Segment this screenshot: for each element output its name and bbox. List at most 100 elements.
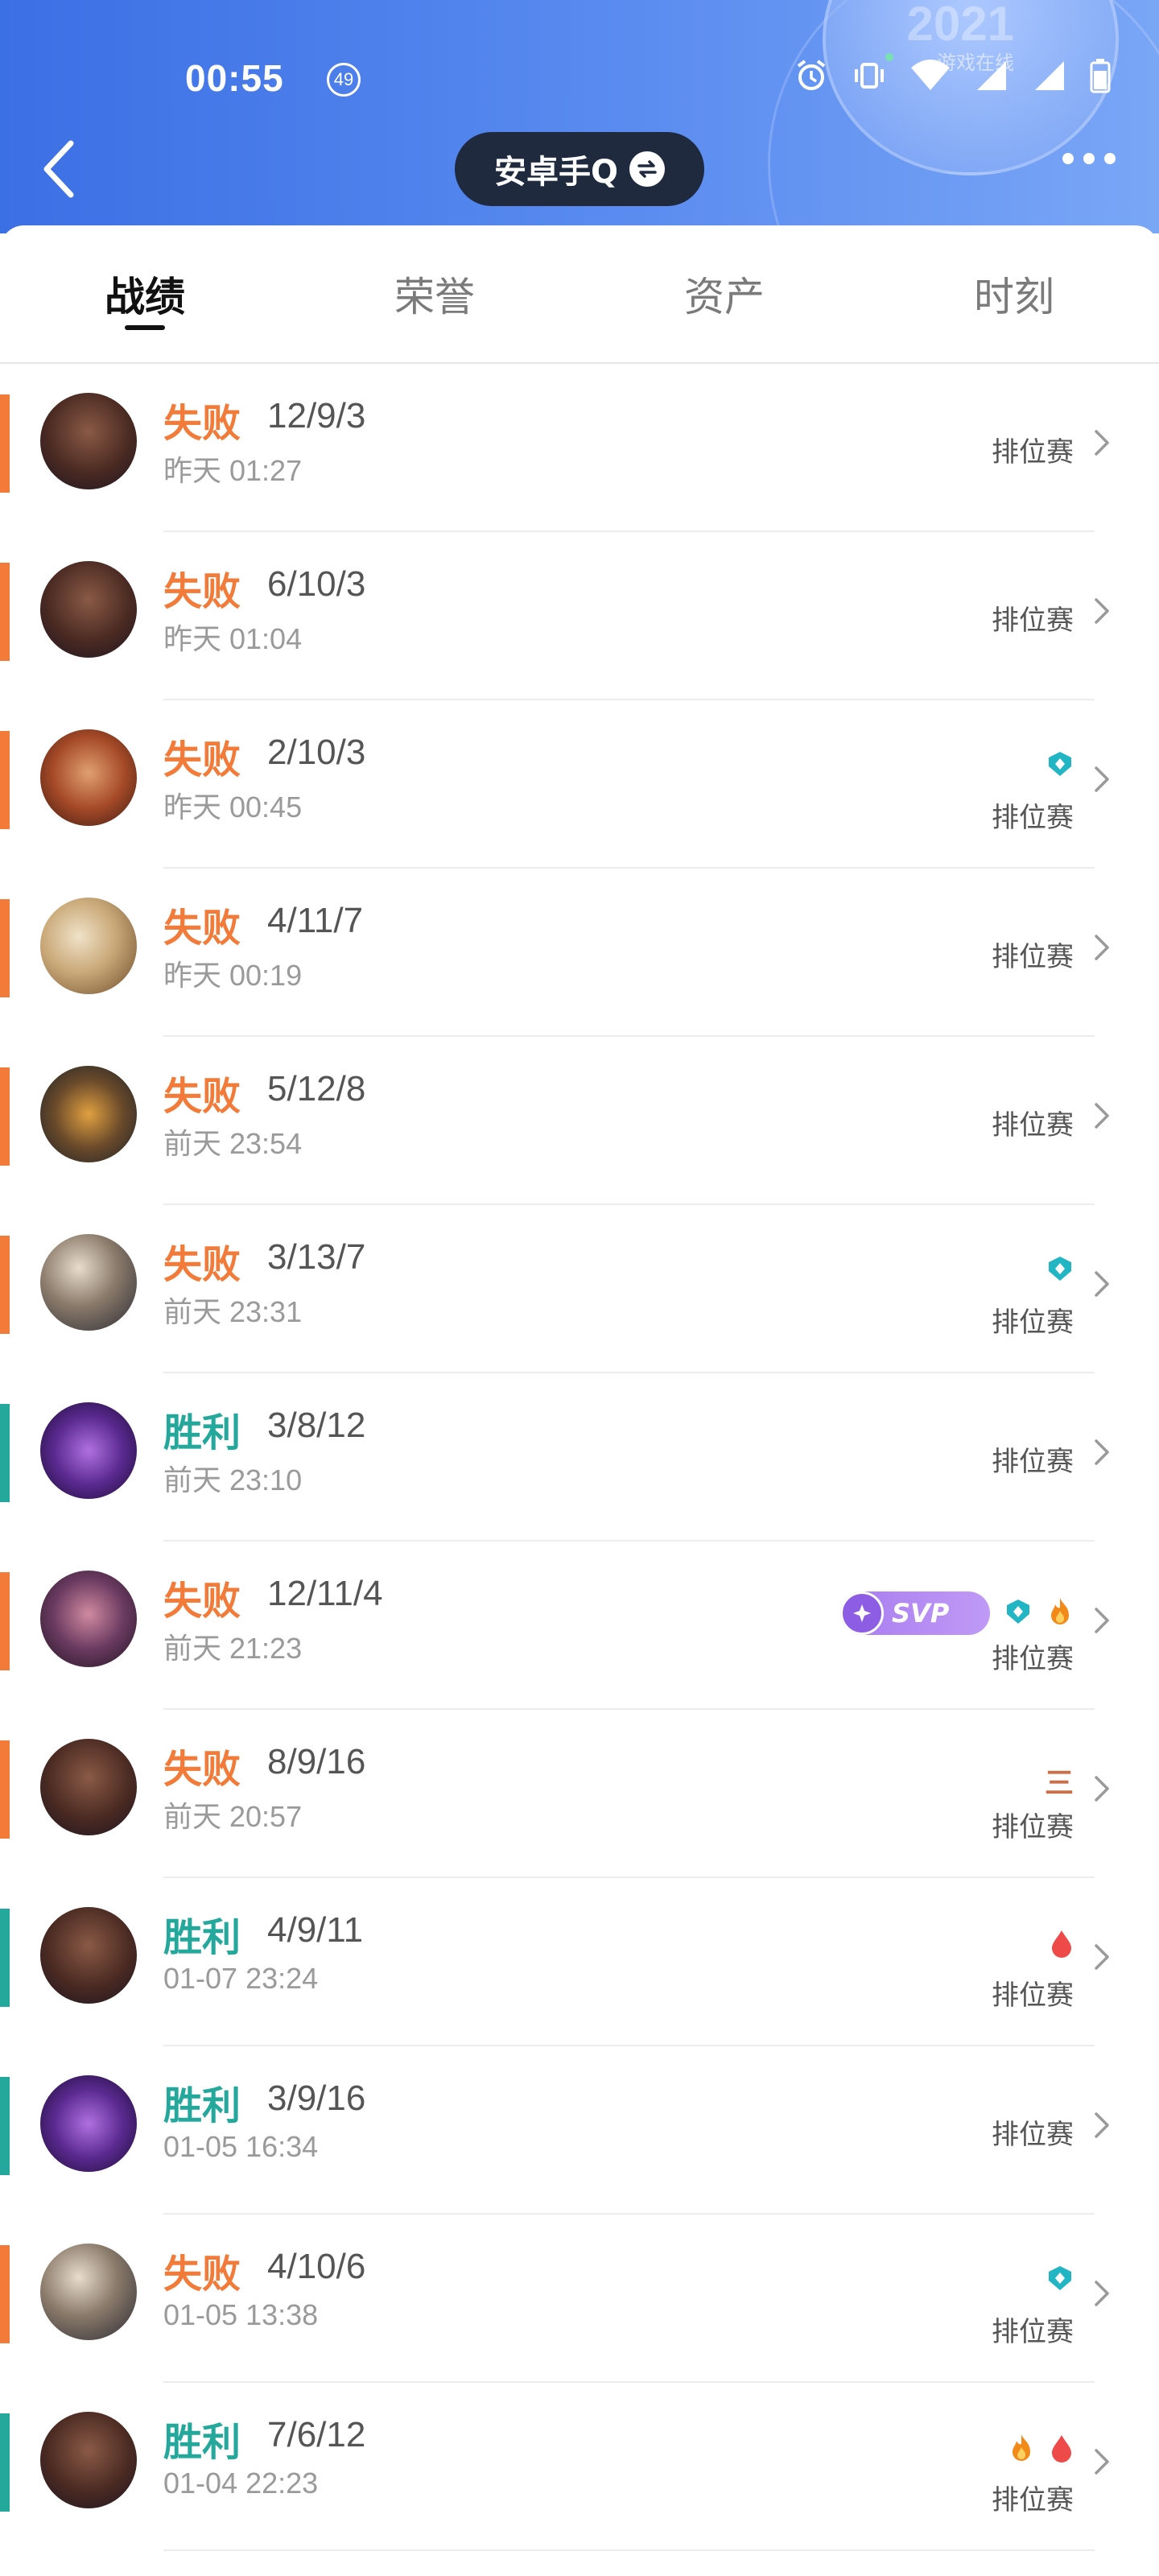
match-row[interactable]: 失败 2/10/3 昨天 00:45 排位赛	[0, 700, 1159, 869]
result-indicator-bar	[0, 1236, 10, 1334]
match-time: 01-04 22:23	[163, 2467, 319, 2500]
result-indicator-bar	[0, 1572, 10, 1670]
vibrate-icon	[852, 58, 887, 97]
match-mode: 排位赛	[992, 1446, 1074, 1478]
match-row[interactable]: 失败 12/11/4 前天 21:23 SVP 排位赛	[0, 1542, 1159, 1710]
match-time: 前天 23:54	[163, 1127, 303, 1160]
chevron-left-icon	[43, 140, 74, 198]
match-badges	[1046, 2264, 1074, 2295]
shield-icon	[1004, 1598, 1032, 1629]
match-row[interactable]: 胜利 3/9/16 01-05 16:34 排位赛	[0, 2046, 1159, 2215]
match-result: 失败	[163, 1579, 241, 1624]
match-mode: 排位赛	[992, 1307, 1074, 1339]
match-row[interactable]: 失败 5/12/8 前天 23:54 排位赛	[0, 1037, 1159, 1205]
status-time: 00:55	[185, 57, 284, 99]
result-indicator-bar	[0, 1740, 10, 1839]
hero-avatar	[40, 898, 137, 994]
hero-avatar	[40, 2412, 137, 2508]
status-notification-badge: 49	[327, 63, 361, 97]
hero-avatar	[40, 1402, 137, 1499]
more-dot-icon	[1083, 153, 1095, 164]
match-mode: 排位赛	[992, 2119, 1074, 2151]
match-time: 01-05 13:38	[163, 2298, 319, 2331]
match-mode: 排位赛	[992, 1811, 1074, 1843]
match-badges	[1046, 750, 1074, 781]
tab-honor[interactable]: 荣誉	[290, 225, 580, 362]
result-indicator-bar	[0, 899, 10, 997]
match-row[interactable]: 失败 6/10/3 昨天 01:04 排位赛	[0, 532, 1159, 700]
result-indicator-bar	[0, 394, 10, 493]
chevron-right-icon	[1090, 1100, 1114, 1132]
more-dot-icon	[1062, 153, 1074, 164]
fire-icon	[1008, 2433, 1035, 2467]
hero-avatar	[40, 1739, 137, 1835]
match-result: 失败	[163, 2252, 241, 2297]
match-badges: 三	[1045, 1760, 1074, 1802]
match-row[interactable]: 失败 3/13/7 前天 23:31 排位赛	[0, 1205, 1159, 1373]
svp-gem-icon	[840, 1591, 884, 1635]
match-result: 失败	[163, 401, 241, 446]
match-badges	[1046, 1255, 1074, 1286]
chevron-right-icon	[1090, 2277, 1114, 2310]
chevron-right-icon	[1090, 763, 1114, 795]
match-mode: 排位赛	[992, 1979, 1074, 2012]
match-row[interactable]: 失败 4/10/6 01-05 13:38 排位赛	[0, 2215, 1159, 2383]
match-row[interactable]: 失败 12/9/3 昨天 01:27 排位赛	[0, 364, 1159, 532]
blood-icon	[1050, 1928, 1074, 1962]
account-switch-button[interactable]: 安卓手Q	[455, 132, 704, 206]
match-row[interactable]: 失败 8/9/16 前天 20:57 三排位赛	[0, 1710, 1159, 1878]
tab-assets[interactable]: 资产	[580, 225, 869, 362]
hero-avatar	[40, 393, 137, 489]
match-result: 失败	[163, 1242, 241, 1287]
tab-record[interactable]: 战绩	[0, 225, 290, 362]
tab-bar: 战绩 荣誉 资产 时刻	[0, 225, 1159, 364]
tab-label: 战绩	[105, 274, 185, 320]
match-result: 失败	[163, 737, 241, 782]
chevron-right-icon	[1090, 427, 1114, 459]
tab-moments[interactable]: 时刻	[869, 225, 1159, 362]
shield-icon	[1046, 2264, 1074, 2295]
triple-kill-badge: 三	[1044, 1767, 1074, 1800]
back-button[interactable]	[35, 137, 84, 201]
header-decoration-year: 2021	[906, 0, 1014, 51]
chevron-right-icon	[1090, 1268, 1114, 1300]
hero-avatar	[40, 1234, 137, 1331]
signal-icon-1	[974, 58, 1009, 97]
hero-avatar	[40, 1066, 137, 1162]
match-mode: 排位赛	[992, 2316, 1074, 2348]
wifi-icon	[909, 58, 951, 97]
account-label: 安卓手Q	[493, 154, 618, 191]
match-row[interactable]: 胜利 7/6/12 01-04 22:23 排位赛	[0, 2383, 1159, 2551]
match-time: 前天 21:23	[163, 1632, 303, 1665]
result-indicator-bar	[0, 2413, 10, 2512]
alarm-icon	[794, 58, 829, 97]
chevron-right-icon	[1090, 1436, 1114, 1468]
chevron-right-icon	[1090, 1941, 1114, 1973]
hero-avatar	[40, 729, 137, 826]
match-time: 01-05 16:34	[163, 2130, 319, 2163]
match-kda: 4/10/6	[267, 2247, 366, 2286]
match-kda: 7/6/12	[267, 2415, 366, 2454]
svp-label: SVP	[892, 1598, 950, 1629]
match-result: 胜利	[163, 2420, 241, 2465]
result-indicator-bar	[0, 2077, 10, 2175]
chevron-right-icon	[1090, 931, 1114, 964]
match-row[interactable]: 胜利 4/9/11 01-07 23:24 排位赛	[0, 1878, 1159, 2046]
match-mode: 排位赛	[992, 1109, 1074, 1141]
match-row[interactable]: 胜利 3/8/12 前天 23:10 排位赛	[0, 1373, 1159, 1542]
match-kda: 8/9/16	[267, 1742, 366, 1781]
match-result: 胜利	[163, 2083, 241, 2128]
hero-avatar	[40, 561, 137, 658]
tab-label: 荣誉	[394, 274, 475, 320]
hero-avatar	[40, 1571, 137, 1667]
match-row[interactable]: 失败 4/11/7 昨天 00:19 排位赛	[0, 869, 1159, 1037]
more-button[interactable]	[1062, 153, 1116, 164]
tab-label: 时刻	[974, 274, 1054, 320]
chevron-right-icon	[1090, 595, 1114, 627]
result-indicator-bar	[0, 2245, 10, 2343]
match-result: 胜利	[163, 1410, 241, 1455]
signal-icon-2	[1032, 58, 1067, 97]
hero-avatar	[40, 2075, 137, 2172]
match-time: 昨天 01:27	[163, 454, 303, 487]
match-mode: 排位赛	[992, 605, 1074, 637]
